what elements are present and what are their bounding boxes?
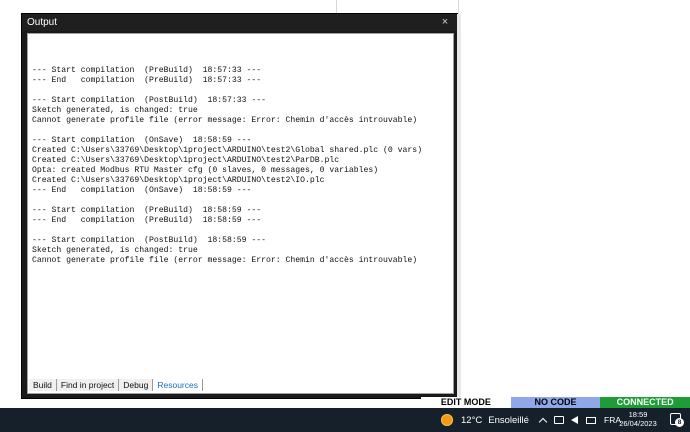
weather-text: Ensoleillé	[488, 414, 529, 426]
console-line: --- End compilation (PreBuild) 18:57:33 …	[32, 76, 262, 85]
console-line: Opta: created Modbus RTU Master cfg (0 s…	[32, 166, 379, 175]
background-divider-2	[458, 0, 459, 14]
notification-center[interactable]: 8	[668, 411, 684, 428]
console-line: --- Start compilation (PostBuild) 18:58:…	[32, 236, 267, 245]
console-line: --- Start compilation (PreBuild) 18:57:3…	[32, 66, 262, 75]
tab-resources[interactable]: Resources	[153, 379, 203, 391]
tab-build[interactable]: Build	[29, 379, 57, 391]
clock-date: 26/04/2023	[619, 419, 657, 428]
background-divider-1	[336, 0, 337, 14]
output-panel: Output × --- Start compilation (PreBuild…	[21, 13, 458, 399]
console-line: Cannot generate profile file (error mess…	[32, 116, 418, 125]
output-panel-title: Output	[27, 17, 58, 28]
console-line: Created C:\Users\33769\Desktop\1project\…	[32, 176, 325, 185]
clock-time: 18:59	[628, 410, 648, 419]
console-line: Cannot generate profile file (error mess…	[32, 256, 418, 265]
output-panel-header: Output ×	[22, 14, 457, 31]
weather-widget[interactable]: 12°C Ensoleillé	[441, 411, 529, 429]
tab-find-in-project[interactable]: Find in project	[56, 379, 120, 391]
edit-mode-status: EDIT MODE	[421, 397, 511, 408]
close-icon[interactable]: ×	[439, 14, 451, 31]
right-gutter	[457, 14, 461, 400]
console-line: --- Start compilation (OnSave) 18:58:59 …	[32, 136, 252, 145]
notification-count-badge: 8	[675, 418, 684, 427]
battery-icon[interactable]	[586, 416, 596, 424]
output-console[interactable]: --- Start compilation (PreBuild) 18:57:3…	[27, 33, 454, 394]
system-tray: FRA	[538, 411, 621, 429]
console-line: --- End compilation (OnSave) 18:58:59 --…	[32, 186, 252, 195]
network-icon[interactable]	[554, 416, 564, 424]
speaker-icon[interactable]	[570, 415, 580, 425]
desktop: Output × --- Start compilation (PreBuild…	[0, 0, 690, 432]
console-line: Created C:\Users\33769\Desktop\1project\…	[32, 146, 423, 155]
tab-debug[interactable]: Debug	[119, 379, 154, 391]
chevron-up-icon[interactable]	[538, 415, 548, 427]
sun-icon	[441, 414, 453, 426]
console-text: --- Start compilation (PreBuild) 18:57:3…	[32, 56, 452, 266]
console-line: --- End compilation (PreBuild) 18:58:59 …	[32, 216, 262, 225]
console-line: Sketch generated, is changed: true	[32, 106, 198, 115]
no-code-status: NO CODE	[510, 397, 601, 408]
console-line: --- Start compilation (PreBuild) 18:58:5…	[32, 206, 262, 215]
temperature: 12°C	[461, 414, 483, 426]
output-tabbar: Build Find in project Debug Resources	[29, 379, 203, 391]
console-line: Sketch generated, is changed: true	[32, 246, 198, 255]
console-line: Created C:\Users\33769\Desktop\1project\…	[32, 156, 340, 165]
connected-status: CONNECTED	[600, 397, 690, 408]
taskbar-clock[interactable]: 18:59 26/04/2023	[616, 410, 660, 428]
status-mode-bar: EDIT MODE NO CODE CONNECTED	[421, 397, 690, 408]
console-line: --- Start compilation (PostBuild) 18:57:…	[32, 96, 267, 105]
